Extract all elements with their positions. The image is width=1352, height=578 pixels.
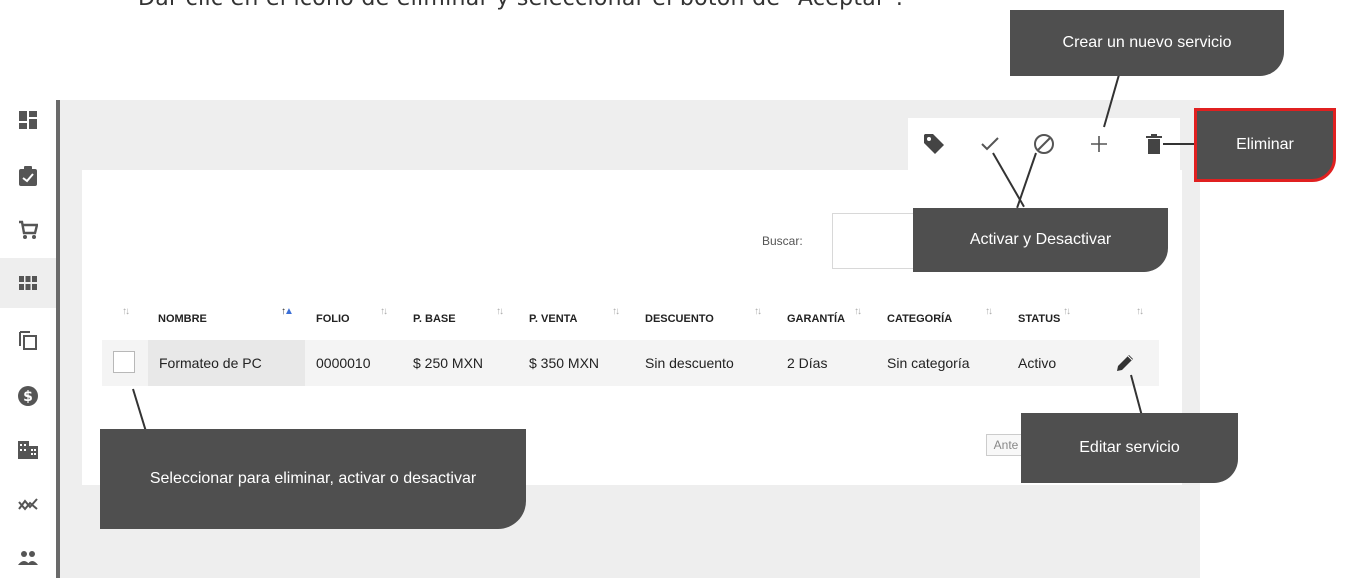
plus-icon[interactable] [1085,130,1113,158]
header-descuento[interactable]: DESCUENTO [645,313,714,325]
callout-text: Eliminar [1236,135,1294,153]
header-p-base[interactable]: P. BASE [413,313,456,325]
cell-folio: 0000010 [316,355,371,371]
callout-activar-desactivar: Activar y Desactivar [913,208,1168,272]
previous-page-button[interactable]: Ante [986,434,1026,456]
sort-asc-icon[interactable]: ↑▲ [281,306,294,317]
sort-icon[interactable]: ↑↓ [754,306,762,317]
cell-descuento: Sin descuento [645,355,734,371]
cell-p-base: $ 250 MXN [413,355,484,371]
sort-icon[interactable]: ↑↓ [380,306,388,317]
callout-text: Activar y Desactivar [969,230,1112,248]
cell-p-venta: $ 350 MXN [529,355,600,371]
search-label: Buscar: [762,234,803,248]
sort-icon[interactable]: ↑↓ [612,306,620,317]
header-status[interactable]: STATUS [1018,313,1060,325]
clipboard-check-icon[interactable] [18,166,38,186]
row-select-checkbox[interactable] [113,351,135,373]
header-p-venta[interactable]: P. VENTA [529,313,578,325]
cell-status: Activo [1018,355,1057,371]
edit-pencil-icon[interactable] [1114,352,1136,374]
trend-icon[interactable] [18,494,38,514]
sort-icon[interactable]: ↑↓ [496,306,504,317]
cell-garantia: 2 Días [787,355,828,371]
sort-icon[interactable]: ↑↓ [122,306,130,317]
callout-text: Seleccionar para eliminar, activar o des… [149,469,477,487]
grid-icon[interactable] [18,273,38,293]
callout-seleccionar: Seleccionar para eliminar, activar o des… [100,429,526,529]
callout-eliminar: Eliminar [1194,108,1336,182]
copy-icon[interactable] [18,330,38,350]
callout-editar-servicio: Editar servicio [1021,413,1238,483]
header-garantia[interactable]: GARANTÍA [787,313,845,325]
dashboard-icon[interactable] [18,110,38,130]
callout-crear-servicio: Crear un nuevo servicio [1010,10,1284,76]
people-icon[interactable] [18,548,38,568]
document-instruction-text: Dar clic en el icono de eliminar y selec… [138,0,903,11]
sort-icon[interactable]: ↑↓ [854,306,862,317]
cell-nombre: Formateo de PC [159,355,262,371]
svg-text:$: $ [23,389,33,405]
header-nombre[interactable]: NOMBRE [158,313,207,325]
building-icon[interactable] [18,440,38,460]
cart-icon[interactable] [18,220,38,240]
sort-icon[interactable]: ↑↓ [1136,306,1144,317]
check-icon[interactable] [976,130,1004,158]
cell-categoria: Sin categoría [887,355,970,371]
callout-text: Editar servicio [1079,438,1180,456]
header-folio[interactable]: FOLIO [316,313,350,325]
header-categoria[interactable]: CATEGORÍA [887,313,952,325]
callout-text: Crear un nuevo servicio [1062,33,1232,51]
dollar-icon[interactable]: $ [18,386,38,406]
tag-icon[interactable] [920,130,948,158]
sort-icon[interactable]: ↑↓ [1063,306,1071,317]
sort-icon[interactable]: ↑↓ [985,306,993,317]
